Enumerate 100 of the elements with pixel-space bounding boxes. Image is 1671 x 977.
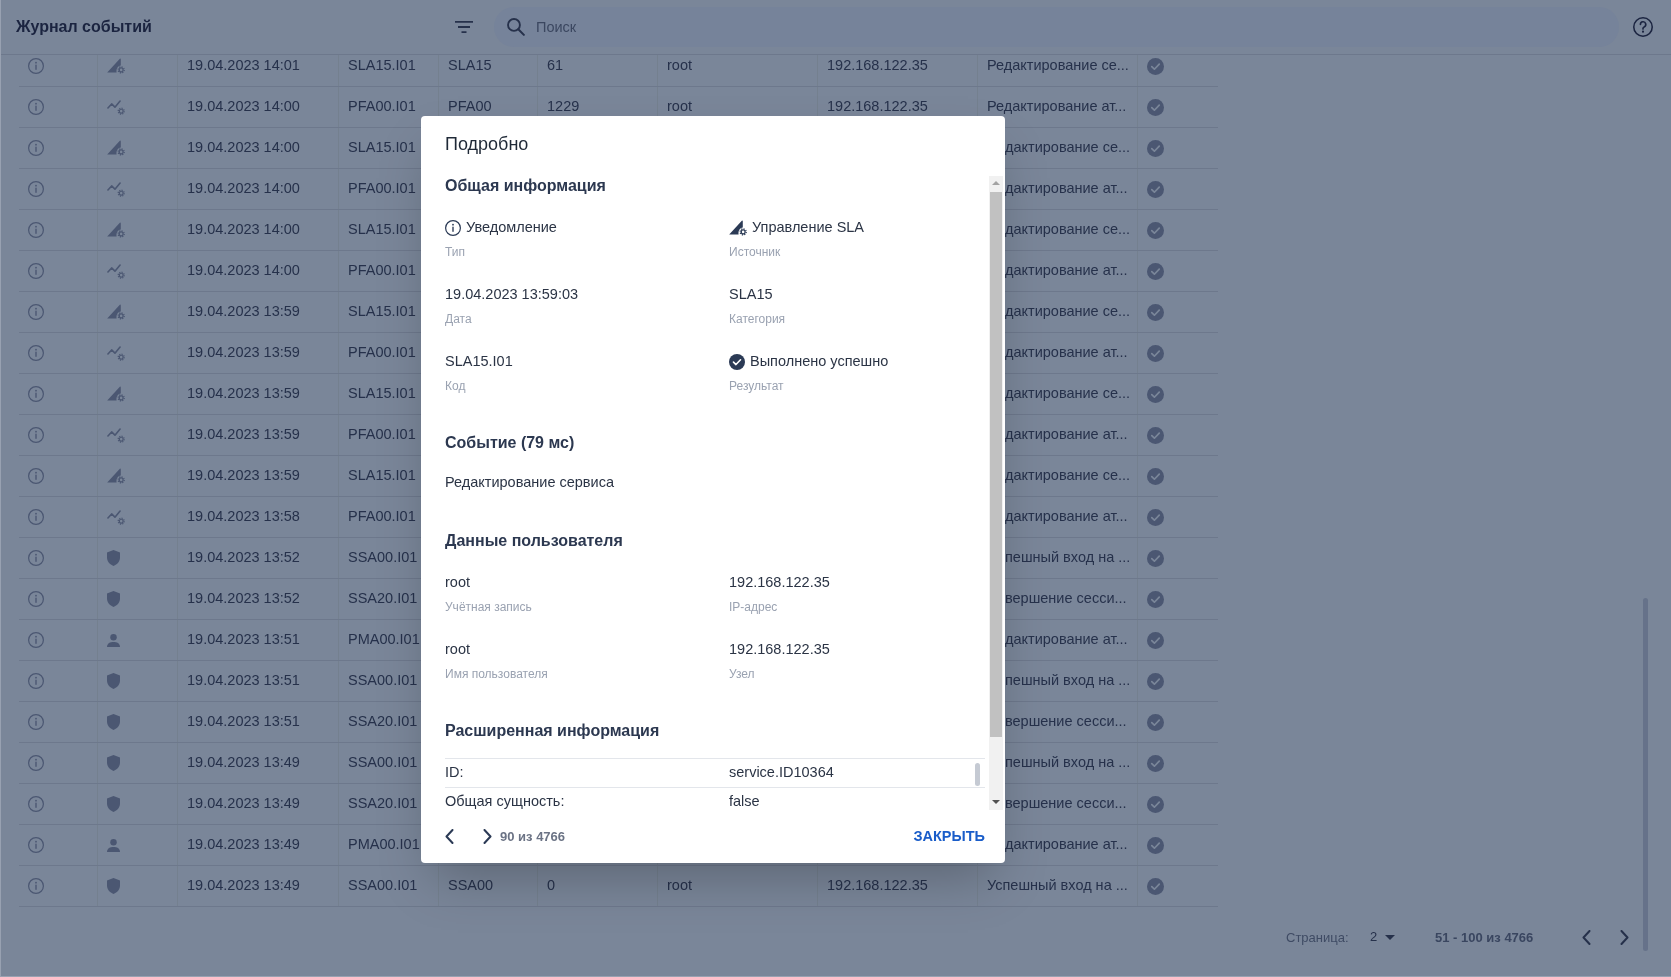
field-label: Код [445,378,466,394]
ip-address: 192.168.122.35 [827,97,928,117]
event-code: PMA00.I01 [348,835,420,855]
ip-address: 192.168.122.35 [827,56,928,76]
field-label: Категория [729,311,786,327]
search-icon [507,18,525,36]
count-text: 61 [547,56,564,76]
description-text: пешный вход на ... [1005,753,1131,773]
wedge-gear-icon [107,386,125,402]
event-code: PFA00.I01 [348,425,416,445]
description-text: дактирование ат... [1005,630,1128,650]
event-code: PFA00.I01 [348,97,416,117]
date-text: 19.04.2023 13:59 [187,384,300,404]
description-text: дактирование ат... [1005,343,1128,363]
info-icon [28,99,44,115]
section-heading: Событие (79 мс) [445,433,575,453]
category-text: SLA15 [448,56,492,76]
date-text: 19.04.2023 13:58 [187,507,300,527]
field-value: 192.168.122.35 [729,640,830,660]
event-code: SLA15.I01 [348,56,416,76]
check-circle-icon [1147,139,1164,157]
info-icon [28,632,44,648]
field-value: Выполнено успешно [750,352,889,372]
info-icon [28,304,44,320]
info-icon [28,878,44,894]
check-circle-icon [1147,385,1164,403]
info-icon [28,550,44,566]
section-heading: Расширенная информация [445,721,660,741]
chevron-right-icon[interactable] [483,829,492,844]
chevron-left-icon[interactable] [445,829,454,844]
description-text: дактирование се... [1005,466,1131,486]
trend-gear-icon [107,427,125,443]
description-text: вершение сесси... [1005,794,1127,814]
field-label: Учётная запись [445,599,532,615]
info-icon [28,222,44,238]
field-value: root [445,573,470,593]
info-icon [28,837,44,853]
help-icon[interactable] [1633,17,1653,37]
check-circle-icon [1147,672,1164,690]
scrollbar-thumb[interactable] [975,763,980,786]
event-code: SLA15.I01 [348,220,416,240]
check-circle-icon [1147,467,1164,485]
description-text: вершение сесси... [1005,589,1127,609]
check-circle-icon [1147,180,1164,198]
description-text: дактирование ат... [1005,507,1128,527]
property-name: Общая сущность: [445,792,565,810]
field-label: Тип [445,244,465,260]
check-circle-icon [1147,221,1164,239]
check-circle-icon [1147,549,1164,567]
date-text: 19.04.2023 14:00 [187,179,300,199]
date-text: 19.04.2023 14:00 [187,220,300,240]
date-text: 19.04.2023 13:49 [187,753,300,773]
info-icon [28,386,44,402]
date-text: 19.04.2023 13:59 [187,425,300,445]
event-code: SSA20.I01 [348,589,418,609]
info-icon [28,181,44,197]
field-label: Имя пользователя [445,666,548,682]
date-text: 19.04.2023 14:00 [187,261,300,281]
check-circle-icon [1147,795,1164,813]
check-circle-icon [1147,98,1164,116]
record-counter: 90 из 4766 [500,827,566,846]
field-label: Источник [729,244,781,260]
scroll-up-icon[interactable] [992,181,1000,185]
field-label: Дата [445,311,472,327]
date-text: 19.04.2023 13:51 [187,712,300,732]
field-value: root [445,640,470,660]
wedge-gear-icon [107,58,125,74]
check-circle-icon [1147,631,1164,649]
close-button[interactable]: ЗАКРЫТЬ [905,819,993,854]
event-code: PFA00.I01 [348,261,416,281]
event-code: SSA00.I01 [348,876,418,896]
wedge-gear-icon [729,220,747,236]
check-circle-icon [729,354,745,370]
field-value: 19.04.2023 13:59:03 [445,285,579,305]
search-field[interactable]: Поиск [494,7,1619,47]
event-code: SLA15.I01 [348,466,416,486]
trend-gear-icon [107,99,125,115]
filter-icon[interactable] [455,21,473,33]
scrollbar-thumb[interactable] [990,192,1002,737]
count-text: 1229 [547,97,580,117]
check-circle-icon [1147,713,1164,731]
event-code: PMA00.I01 [348,630,420,650]
description-text: пешный вход на ... [1005,671,1131,691]
wedge-gear-icon [107,222,125,238]
wedge-gear-icon [107,468,125,484]
date-text: 19.04.2023 13:51 [187,630,300,650]
ip-address: 192.168.122.35 [827,876,928,896]
page-label: Страница: [1286,930,1349,945]
description-text: пешный вход на ... [1005,548,1131,568]
field-value: Управление SLA [752,218,865,238]
page-select[interactable]: 2 [1370,927,1396,947]
scroll-down-icon[interactable] [992,800,1000,804]
property-value: false [729,792,760,810]
event-code: PFA00.I01 [348,179,416,199]
trend-gear-icon [107,509,125,525]
check-circle-icon [1147,303,1164,321]
dialog-title: Подробно [445,134,529,154]
description-text: вершение сесси... [1005,712,1127,732]
trend-gear-icon [107,181,125,197]
event-code: PFA00.I01 [348,507,416,527]
